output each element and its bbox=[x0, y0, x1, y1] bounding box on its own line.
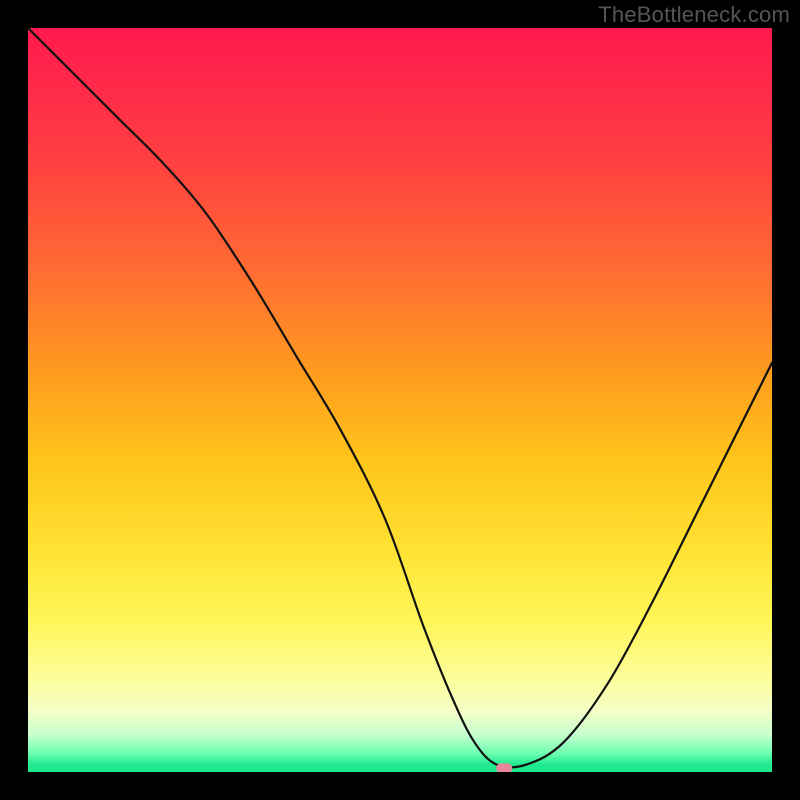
watermark-text: TheBottleneck.com bbox=[598, 2, 790, 28]
bottleneck-curve bbox=[28, 28, 772, 767]
plot-area bbox=[28, 28, 772, 772]
optimal-point-marker bbox=[496, 763, 512, 772]
chart-frame: TheBottleneck.com bbox=[0, 0, 800, 800]
chart-svg bbox=[28, 28, 772, 772]
